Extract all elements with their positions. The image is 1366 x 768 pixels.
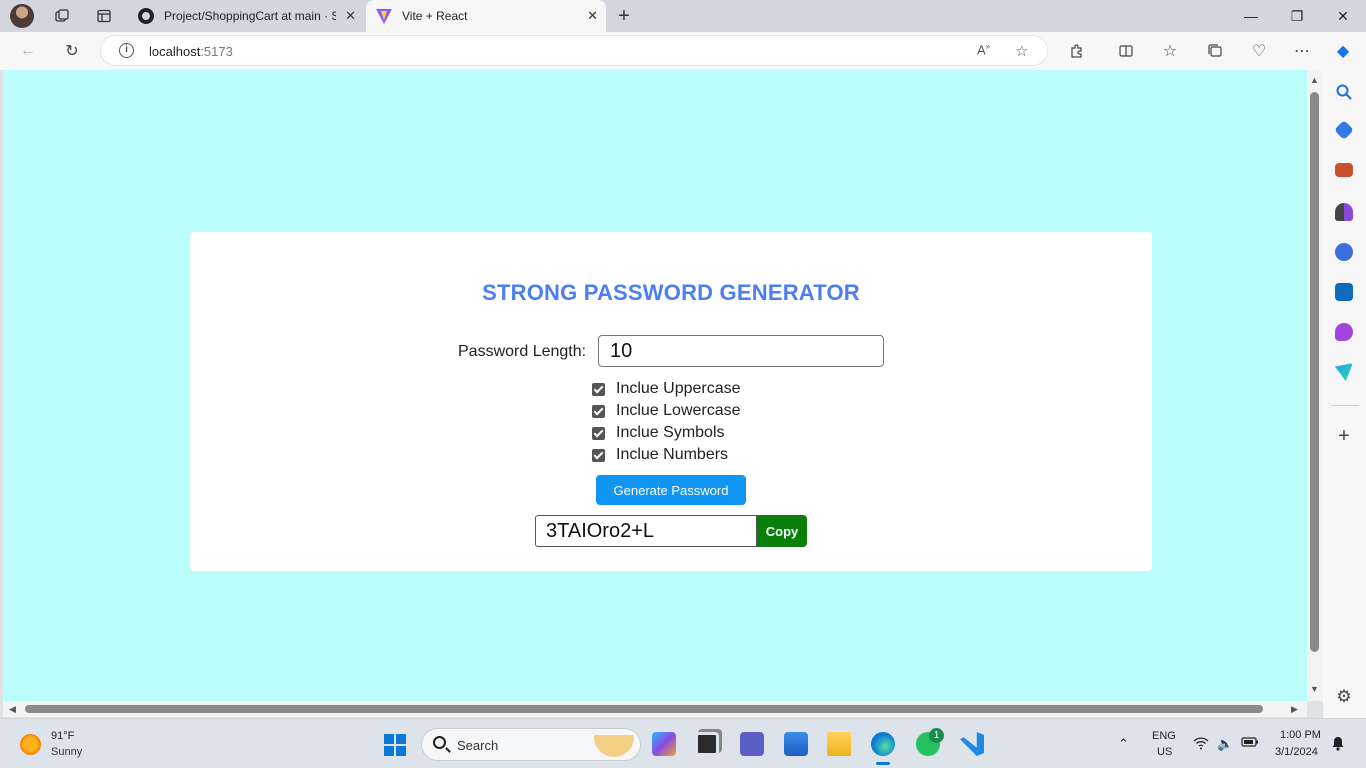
generate-password-button[interactable]: Generate Password: [596, 475, 746, 505]
volume-icon[interactable]: 🔈: [1217, 736, 1233, 752]
tab-github[interactable]: Project/ShoppingCart at main · S ✕: [128, 0, 364, 32]
sidebar-divider: [1331, 405, 1359, 406]
uppercase-checkbox[interactable]: [592, 382, 605, 396]
file-explorer-icon[interactable]: [827, 732, 851, 756]
option-lowercase[interactable]: Inclue Lowercase: [592, 401, 741, 421]
profile-avatar[interactable]: [10, 4, 34, 28]
designer-icon[interactable]: [1335, 323, 1353, 341]
close-tab-icon[interactable]: ✕: [587, 8, 598, 24]
more-menu-icon[interactable]: ⋯: [1290, 40, 1314, 62]
url-text[interactable]: localhost:5173: [149, 44, 233, 59]
refresh-icon[interactable]: ↻: [60, 40, 84, 62]
title-bar: Project/ShoppingCart at main · S ✕ Vite …: [0, 0, 1366, 32]
tab-vite-react[interactable]: Vite + React ✕: [366, 0, 606, 32]
copilot-app-icon[interactable]: [652, 732, 676, 756]
chevron-up-icon[interactable]: ⌃: [1118, 736, 1129, 752]
microsoft-365-icon[interactable]: [1335, 243, 1353, 261]
scroll-right-arrow-icon[interactable]: ▶: [1291, 704, 1298, 715]
edge-browser-icon[interactable]: [871, 732, 895, 756]
scroll-down-arrow-icon[interactable]: ▼: [1310, 684, 1319, 694]
generator-card: STRONG PASSWORD GENERATOR Password Lengt…: [190, 232, 1152, 571]
lowercase-checkbox[interactable]: [592, 404, 605, 418]
read-aloud-icon[interactable]: A»: [977, 42, 990, 57]
tab-actions-icon[interactable]: [93, 5, 115, 27]
github-icon: [138, 8, 154, 24]
favorite-star-icon[interactable]: ☆: [1015, 42, 1028, 60]
site-info-icon[interactable]: i: [119, 43, 134, 58]
copilot-icon[interactable]: ◆: [1331, 40, 1355, 62]
taskbar-search-box[interactable]: Search: [421, 728, 641, 761]
scroll-up-arrow-icon[interactable]: ▲: [1310, 75, 1319, 85]
settings-gear-icon[interactable]: ⚙: [1335, 688, 1353, 706]
page-viewport: STRONG PASSWORD GENERATOR Password Lengt…: [3, 70, 1307, 701]
option-uppercase[interactable]: Inclue Uppercase: [592, 379, 741, 399]
teams-app-icon[interactable]: [740, 732, 764, 756]
edge-sidebar: + ⚙: [1323, 70, 1366, 718]
send-icon[interactable]: [1335, 363, 1353, 381]
tab-title: Vite + React: [402, 9, 468, 23]
option-symbols[interactable]: Inclue Symbols: [592, 423, 725, 443]
back-arrow-icon[interactable]: ←: [16, 40, 40, 62]
wifi-icon[interactable]: [1193, 736, 1209, 753]
copy-button[interactable]: Copy: [757, 515, 807, 547]
restore-button[interactable]: ❐: [1274, 0, 1320, 32]
notification-badge: 1: [929, 728, 944, 743]
generated-password-field[interactable]: 3TAIOro2+L: [535, 515, 757, 547]
search-icon[interactable]: [1335, 83, 1353, 101]
close-window-button[interactable]: ✕: [1320, 0, 1366, 32]
symbols-checkbox[interactable]: [592, 426, 605, 440]
favorites-icon[interactable]: ☆: [1158, 40, 1182, 62]
password-length-input[interactable]: 10: [598, 335, 884, 367]
workspaces-icon[interactable]: [51, 5, 73, 27]
close-tab-icon[interactable]: ✕: [345, 8, 356, 24]
extensions-icon[interactable]: [1065, 40, 1089, 62]
browser-essentials-icon[interactable]: ♡: [1247, 40, 1271, 62]
add-icon[interactable]: +: [1335, 426, 1353, 446]
vscode-icon[interactable]: [960, 732, 984, 756]
vite-icon: [376, 8, 392, 24]
tools-icon[interactable]: [1335, 163, 1353, 177]
address-bar[interactable]: i localhost:5173 A» ☆: [100, 35, 1048, 66]
terminal-app-icon[interactable]: [695, 732, 719, 756]
notification-bell-icon[interactable]: [1331, 736, 1345, 754]
windows-start-icon[interactable]: [384, 734, 406, 756]
page-title: STRONG PASSWORD GENERATOR: [482, 280, 860, 305]
password-length-label: Password Length:: [458, 343, 587, 360]
language-indicator[interactable]: ENG: [1152, 730, 1176, 742]
option-label: Inclue Symbols: [616, 424, 725, 441]
numbers-checkbox[interactable]: [592, 448, 605, 462]
shopping-tag-icon[interactable]: [1334, 120, 1354, 140]
sun-weather-icon[interactable]: [20, 734, 41, 755]
outlook-icon[interactable]: [1335, 283, 1353, 301]
active-app-indicator: [876, 762, 890, 765]
weather-condition[interactable]: Sunny: [51, 746, 82, 758]
scroll-left-arrow-icon[interactable]: ◀: [9, 704, 16, 715]
new-tab-button[interactable]: +: [613, 5, 635, 27]
battery-icon[interactable]: [1241, 736, 1259, 751]
option-label: Inclue Uppercase: [616, 380, 741, 397]
weather-temp[interactable]: 91°F: [51, 730, 74, 742]
horizontal-scrollbar[interactable]: ◀ ▶: [3, 701, 1307, 717]
clock-time[interactable]: 1:00 PM: [1280, 729, 1321, 741]
option-label: Inclue Numbers: [616, 446, 729, 463]
vertical-scroll-thumb[interactable]: [1310, 92, 1319, 652]
option-numbers[interactable]: Inclue Numbers: [592, 445, 728, 465]
store-app-icon[interactable]: [784, 732, 808, 756]
search-highlight-icon: [594, 735, 634, 757]
option-label: Inclue Lowercase: [616, 402, 741, 419]
tab-title: Project/ShoppingCart at main · S: [164, 9, 336, 23]
search-label: Search: [457, 738, 499, 753]
windows-taskbar: 91°F Sunny Search 1 ⌃ ENG US 🔈 1:00 PM 3…: [0, 718, 1366, 768]
address-bar-row: ← ↻ i localhost:5173 A» ☆ ☆ ♡ ⋯ ◆: [0, 32, 1366, 70]
collections-icon[interactable]: [1203, 40, 1227, 62]
horizontal-scroll-thumb[interactable]: [25, 705, 1263, 713]
games-icon[interactable]: [1335, 203, 1353, 221]
minimize-button[interactable]: —: [1228, 0, 1274, 32]
vertical-scrollbar[interactable]: ▲ ▼: [1307, 70, 1323, 701]
clock-date[interactable]: 3/1/2024: [1275, 746, 1318, 758]
split-screen-icon[interactable]: [1114, 40, 1138, 62]
region-indicator[interactable]: US: [1157, 746, 1172, 758]
search-icon: [433, 736, 446, 749]
